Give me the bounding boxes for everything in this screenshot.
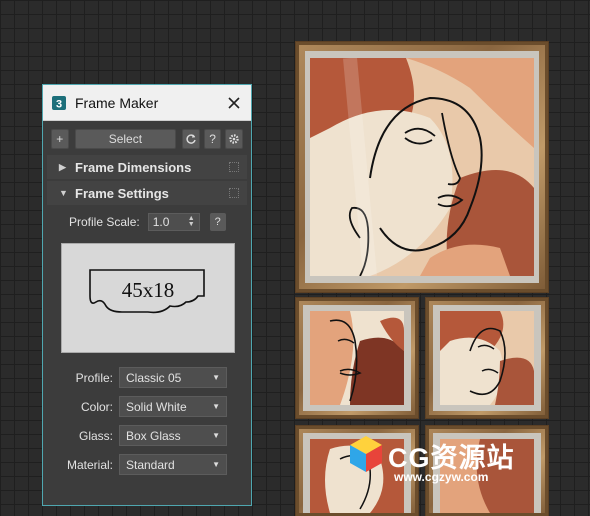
glass-dropdown[interactable]: Box Glass ▼ <box>119 425 227 446</box>
add-button[interactable]: + <box>51 129 69 149</box>
close-icon <box>228 96 240 109</box>
glass-label: Glass: <box>78 428 113 443</box>
small-picture-frame-left[interactable] <box>296 298 418 418</box>
grip-icon <box>229 162 239 172</box>
gear-icon <box>229 134 239 144</box>
material-field: Material: Standard ▼ <box>43 454 251 475</box>
artwork-image <box>310 58 534 276</box>
color-field: Color: Solid White ▼ <box>43 396 251 417</box>
watermark: CG资源站 www.cgzyw.com <box>346 430 536 490</box>
profile-size-label: 45x18 <box>121 278 175 302</box>
glass-value: Box Glass <box>126 428 181 443</box>
glass-field: Glass: Box Glass ▼ <box>43 425 251 446</box>
profile-scale-label: Profile Scale: <box>69 215 140 229</box>
large-picture-frame[interactable] <box>296 42 548 292</box>
grip-icon <box>229 188 239 198</box>
section-frame-dimensions[interactable]: ▶ Frame Dimensions <box>47 155 247 179</box>
material-value: Standard <box>126 457 175 472</box>
color-value: Solid White <box>126 399 187 414</box>
toolbar: + Select ? <box>43 121 251 153</box>
refresh-icon <box>186 134 196 144</box>
chevron-down-icon: ▼ <box>212 402 220 411</box>
spinner-arrows-icon[interactable]: ▲ ▼ <box>188 215 195 228</box>
refresh-button[interactable] <box>182 129 200 149</box>
collapsed-arrow-icon: ▶ <box>59 161 66 172</box>
section-frame-settings[interactable]: ▼ Frame Settings <box>47 181 247 205</box>
title-bar[interactable]: 3 Frame Maker <box>43 85 251 121</box>
profile-preview: 45x18 <box>61 243 235 353</box>
settings-button[interactable] <box>225 129 243 149</box>
color-dropdown[interactable]: Solid White ▼ <box>119 396 227 417</box>
small-picture-frame-right[interactable] <box>426 298 548 418</box>
3dsmax-logo-icon: 3 <box>52 95 66 110</box>
profile-dropdown[interactable]: Classic 05 ▼ <box>119 367 227 388</box>
material-label: Material: <box>66 457 113 472</box>
profile-value: Classic 05 <box>126 370 182 385</box>
help-button[interactable]: ? <box>203 129 222 149</box>
svg-text:3: 3 <box>56 98 62 110</box>
chevron-down-icon: ▼ <box>212 431 220 440</box>
artwork-image <box>310 311 404 405</box>
frame-maker-panel: 3 Frame Maker + Select ? ▶ Frame Dimensi <box>42 84 252 506</box>
chevron-down-icon: ▼ <box>212 460 220 469</box>
line-art-face-artwork <box>310 58 534 276</box>
close-button[interactable] <box>225 94 243 112</box>
material-dropdown[interactable]: Standard ▼ <box>119 454 227 475</box>
profile-label: Profile: <box>75 370 113 385</box>
select-button[interactable]: Select <box>74 129 177 149</box>
window-title: Frame Maker <box>75 94 159 111</box>
profile-scale-help-button[interactable]: ? <box>209 213 226 231</box>
profile-scale-spinner[interactable]: 1.0 ▲ ▼ <box>147 213 200 231</box>
section-label: Frame Settings <box>75 185 169 201</box>
section-label: Frame Dimensions <box>75 159 192 175</box>
color-label: Color: <box>80 399 113 414</box>
profile-field: Profile: Classic 05 ▼ <box>43 367 251 388</box>
expanded-arrow-icon: ▼ <box>59 188 68 198</box>
line-art-face-artwork <box>310 311 404 405</box>
line-art-face-artwork <box>440 311 534 405</box>
artwork-image <box>440 311 534 405</box>
chevron-down-icon: ▼ <box>212 373 220 382</box>
profile-scale-value: 1.0 <box>152 215 170 229</box>
profile-scale-row: Profile Scale: 1.0 ▲ ▼ ? <box>43 207 251 231</box>
cube-logo-icon <box>350 436 382 472</box>
watermark-url: www.cgzyw.com <box>394 470 489 484</box>
